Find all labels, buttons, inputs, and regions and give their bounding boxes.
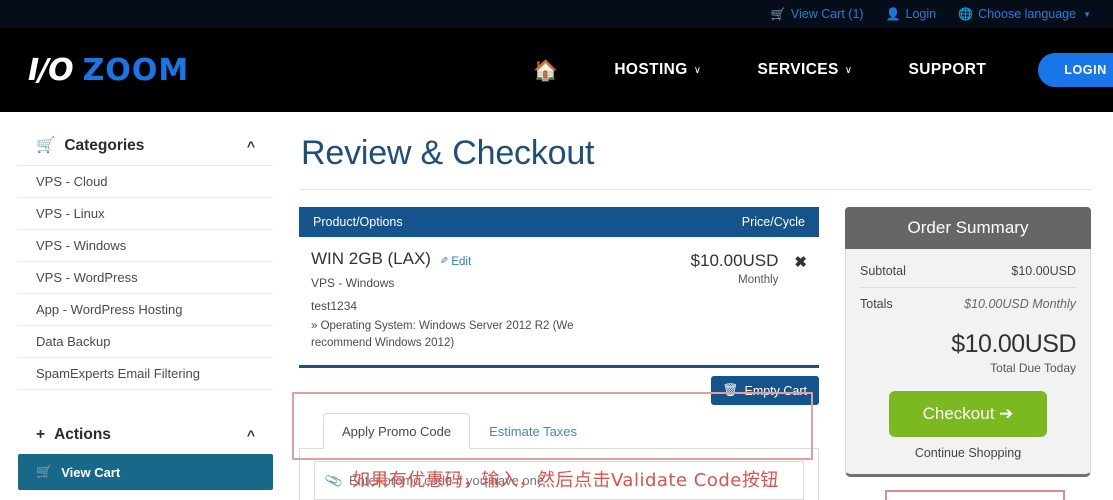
arrow-right-icon: ➔ [999, 404, 1014, 423]
tab-apply-promo-code[interactable]: Apply Promo Code [323, 413, 471, 450]
shopping-cart-icon: 🛒 [770, 7, 786, 21]
cart-item-edit-link[interactable]: ✎ Edit [440, 256, 471, 268]
home-icon: 🏠 [533, 59, 559, 82]
summary-grand-total: $10.00USD [951, 330, 1076, 358]
shopping-cart-icon: 🛒 [36, 137, 56, 154]
cart-item-row: WIN 2GB (LAX) ✎ Edit VPS - Windows test1… [299, 237, 819, 369]
cart-table-header: Product/Options Price/Cycle [299, 207, 819, 237]
view-cart-link[interactable]: 🛒 View Cart (1) [771, 7, 864, 21]
sidebar-item-vps-linux[interactable]: VPS - Linux [18, 198, 273, 230]
summary-subtotal-label: Subtotal [860, 264, 906, 278]
cart-item-domain: test1234 [311, 299, 358, 313]
cart-item-price-block: $10.00USD Monthly [670, 249, 779, 286]
sidebar-category-list: VPS - Cloud VPS - Linux VPS - Windows VP… [18, 165, 273, 390]
page-title: Review & Checkout [301, 134, 595, 172]
promo-tabs: Apply Promo Code Estimate Taxes [299, 413, 819, 450]
summary-due-label: Total Due Today [990, 361, 1076, 375]
empty-cart-row: 🗑 Empty Cart [299, 376, 819, 406]
logo-text-zoom: ZOOM [82, 52, 190, 88]
order-summary-title: Order Summary [845, 207, 1091, 249]
column-header-price: Price/Cycle [741, 215, 805, 229]
sidebar-actions-header[interactable]: + Actions ^ [18, 416, 273, 454]
empty-cart-label: Empty Cart [744, 383, 807, 398]
title-divider [299, 189, 1091, 190]
logo-text-io: I/O [28, 52, 74, 88]
summary-totals-label: Totals [860, 297, 893, 311]
top-utility-bar: 🛒 View Cart (1) 👤 Login 🌐 Choose languag… [0, 0, 1113, 28]
sidebar-view-cart-label: View Cart [61, 464, 121, 480]
summary-totals-row: Totals $10.00USD Monthly [860, 288, 1076, 320]
sidebar: 🛒 Categories ^ VPS - Cloud VPS - Linux V… [18, 126, 273, 500]
nav-services-label: SERVICES [757, 61, 839, 78]
continue-shopping-link[interactable]: Continue Shopping [860, 446, 1076, 460]
annotation-box-checkout [885, 490, 1065, 500]
chevron-down-icon: ▼ [1083, 9, 1091, 19]
cart-item-category: VPS - Windows [311, 276, 395, 290]
sidebar-item-app-wordpress-hosting[interactable]: App - WordPress Hosting [18, 294, 273, 326]
nav-support-label: SUPPORT [908, 61, 987, 78]
checkout-button-label: Checkout [922, 404, 995, 423]
page-body: 🛒 Categories ^ VPS - Cloud VPS - Linux V… [0, 112, 1113, 500]
sidebar-item-spamexperts[interactable]: SpamExperts Email Filtering [18, 358, 273, 390]
nav-home[interactable]: 🏠 [505, 58, 586, 83]
main-content: Review & Checkout Product/Options Price/… [299, 126, 1091, 500]
annotation-text: 如果有优惠码，输入，然后点击Validate Code按钮 [352, 470, 779, 491]
plus-icon: + [36, 426, 46, 443]
pencil-icon: ✎ [439, 256, 449, 267]
site-logo[interactable]: I/O ZOOM [28, 53, 189, 88]
summary-subtotal-value: $10.00USD [1011, 264, 1076, 278]
tab-estimate-taxes[interactable]: Estimate Taxes [470, 413, 596, 449]
cart-item-option: » Operating System: Windows Server 2012 … [311, 320, 574, 349]
nav-hosting-label: HOSTING [614, 61, 688, 78]
cart-item-name: WIN 2GB (LAX) [311, 249, 431, 268]
sidebar-item-vps-cloud[interactable]: VPS - Cloud [18, 166, 273, 198]
cart-item-edit-label: Edit [451, 255, 472, 268]
choose-language-label: Choose language [978, 7, 1077, 21]
login-link-label: Login [905, 7, 937, 21]
column-header-product: Product/Options [313, 215, 403, 229]
summary-subtotal-row: Subtotal $10.00USD [860, 255, 1076, 288]
view-cart-link-label: View Cart (1) [790, 7, 864, 21]
trash-icon: 🗑 [722, 383, 739, 398]
sidebar-categories-header[interactable]: 🛒 Categories ^ [18, 126, 273, 165]
chevron-down-icon: ∨ [693, 64, 702, 76]
nav-services[interactable]: SERVICES ∨ [729, 61, 880, 79]
sidebar-item-vps-windows[interactable]: VPS - Windows [18, 230, 273, 262]
language-icon: 🌐 [958, 7, 974, 21]
checkout-button[interactable]: Checkout ➔ [888, 391, 1048, 437]
chevron-up-icon[interactable]: ^ [247, 139, 269, 153]
sidebar-actions-title: Actions [54, 426, 111, 443]
order-summary-panel: Order Summary Subtotal $10.00USD Totals … [845, 207, 1091, 500]
nav-hosting[interactable]: HOSTING ∨ [586, 61, 729, 79]
summary-totals-value: $10.00USD Monthly [964, 297, 1076, 311]
login-link[interactable]: 👤 Login [886, 7, 937, 21]
chevron-down-icon: ∨ [844, 64, 853, 76]
sidebar-item-data-backup[interactable]: Data Backup [18, 326, 273, 358]
user-icon: 👤 [885, 7, 901, 21]
cart-column: Product/Options Price/Cycle WIN 2GB (LAX… [299, 207, 819, 500]
choose-language-link[interactable]: 🌐 Choose language ▼ [958, 7, 1091, 21]
site-header: I/O ZOOM 🏠 HOSTING ∨ SERVICES ∨ SUPPORT … [0, 28, 1113, 112]
remove-item-icon[interactable]: ✖ [794, 249, 807, 271]
cart-item-cycle: Monthly [738, 274, 779, 286]
cart-item-price: $10.00USD [690, 251, 779, 270]
sidebar-item-vps-wordpress[interactable]: VPS - WordPress [18, 262, 273, 294]
chevron-up-icon[interactable]: ^ [247, 428, 269, 442]
sidebar-categories-title: Categories [64, 136, 145, 154]
empty-cart-button[interactable]: 🗑 Empty Cart [710, 376, 819, 406]
header-login-button[interactable]: LOGIN [1038, 53, 1113, 87]
shopping-cart-icon: 🛒 [36, 464, 53, 479]
cart-item-details: WIN 2GB (LAX) ✎ Edit VPS - Windows test1… [311, 249, 576, 351]
sidebar-view-cart-button[interactable]: 🛒 View Cart [18, 454, 273, 490]
nav-support[interactable]: SUPPORT [881, 61, 1015, 79]
checkout-page: 🛒 View Cart (1) 👤 Login 🌐 Choose languag… [0, 0, 1113, 500]
main-navigation: 🏠 HOSTING ∨ SERVICES ∨ SUPPORT LOGIN [505, 28, 1113, 112]
